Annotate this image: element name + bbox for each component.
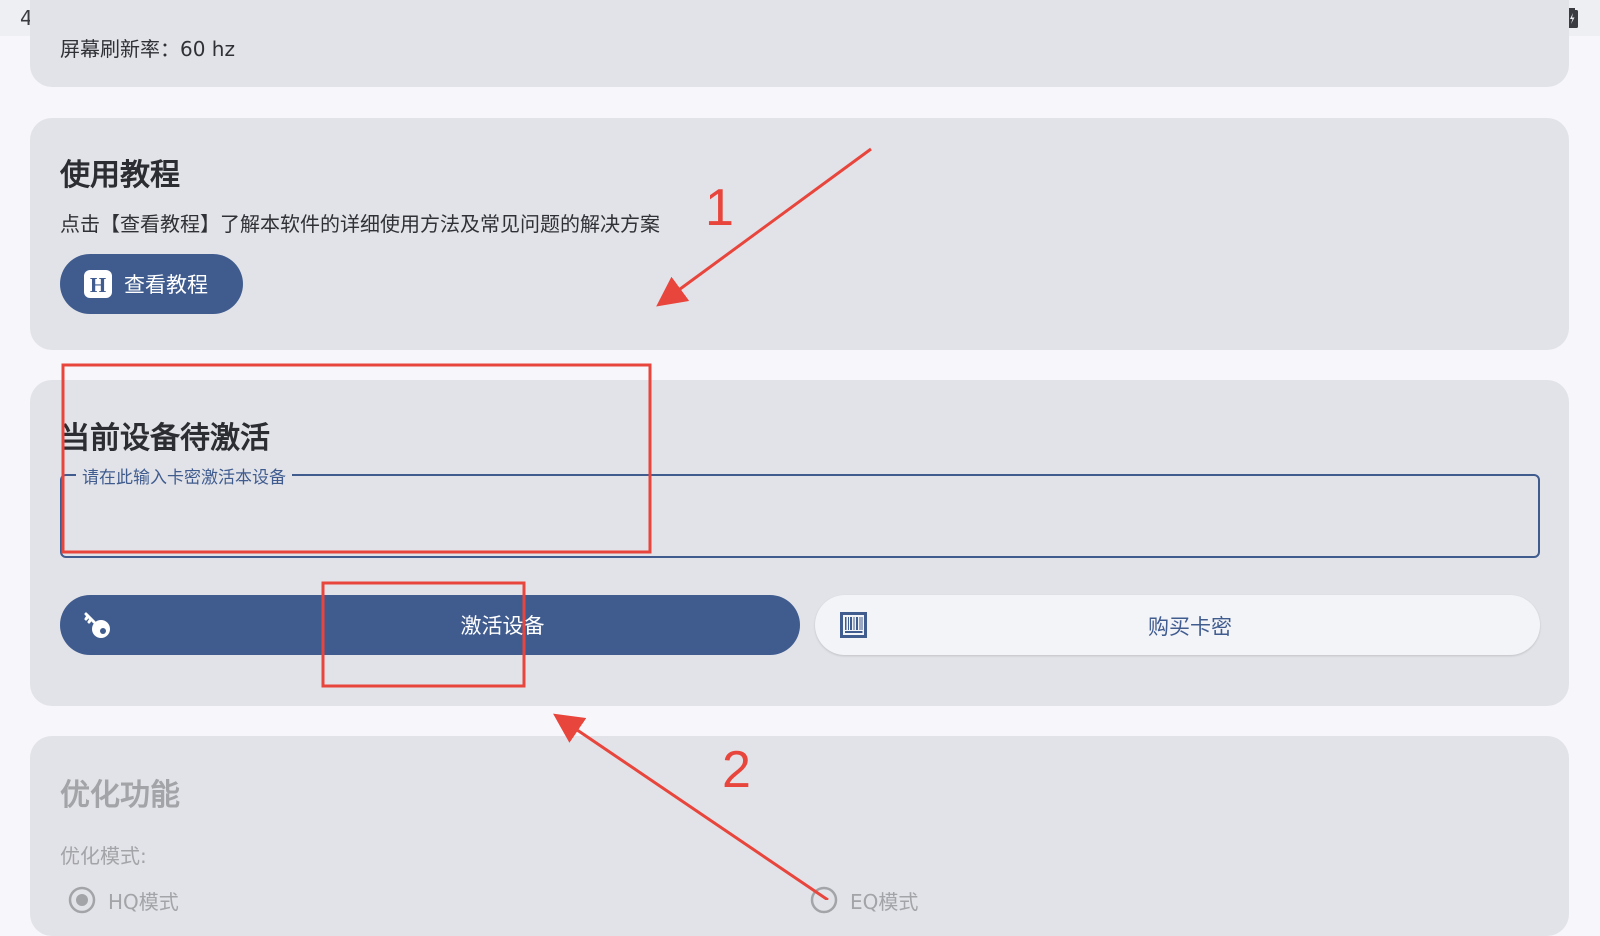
card-key-input-label: 请在此输入卡密激活本设备: [76, 463, 292, 488]
annotation-number-1: 1: [705, 179, 734, 237]
card-key-input[interactable]: 请在此输入卡密激活本设备: [60, 463, 1540, 558]
device-info-card: [30, 0, 1569, 87]
eq-mode-radio[interactable]: EQ模式: [810, 886, 1010, 916]
activate-device-label: 激活设备: [460, 614, 545, 638]
activation-title: 当前设备待激活: [60, 421, 270, 456]
svg-text:H: H: [90, 273, 106, 297]
annotation-number-2: 2: [722, 741, 751, 799]
tutorial-description: 点击【查看教程】了解本软件的详细使用方法及常见问题的解决方案: [60, 212, 660, 236]
h-letter-icon: H: [84, 270, 112, 298]
tutorial-title: 使用教程: [60, 158, 180, 193]
hq-mode-label: HQ模式: [108, 890, 179, 914]
eq-mode-label: EQ模式: [850, 890, 919, 914]
view-tutorial-label: 查看教程: [124, 273, 208, 297]
hq-mode-radio[interactable]: HQ模式: [68, 886, 268, 916]
refresh-rate-text: 屏幕刷新率：60 hz: [60, 37, 235, 61]
optimize-mode-label: 优化模式:: [60, 844, 147, 868]
activate-device-button[interactable]: 激活设备: [60, 595, 800, 655]
optimize-title: 优化功能: [60, 778, 180, 813]
buy-card-key-button[interactable]: 购买卡密: [815, 595, 1540, 655]
buy-card-key-label: 购买卡密: [1148, 615, 1232, 639]
view-tutorial-button[interactable]: H 查看教程: [60, 254, 243, 314]
